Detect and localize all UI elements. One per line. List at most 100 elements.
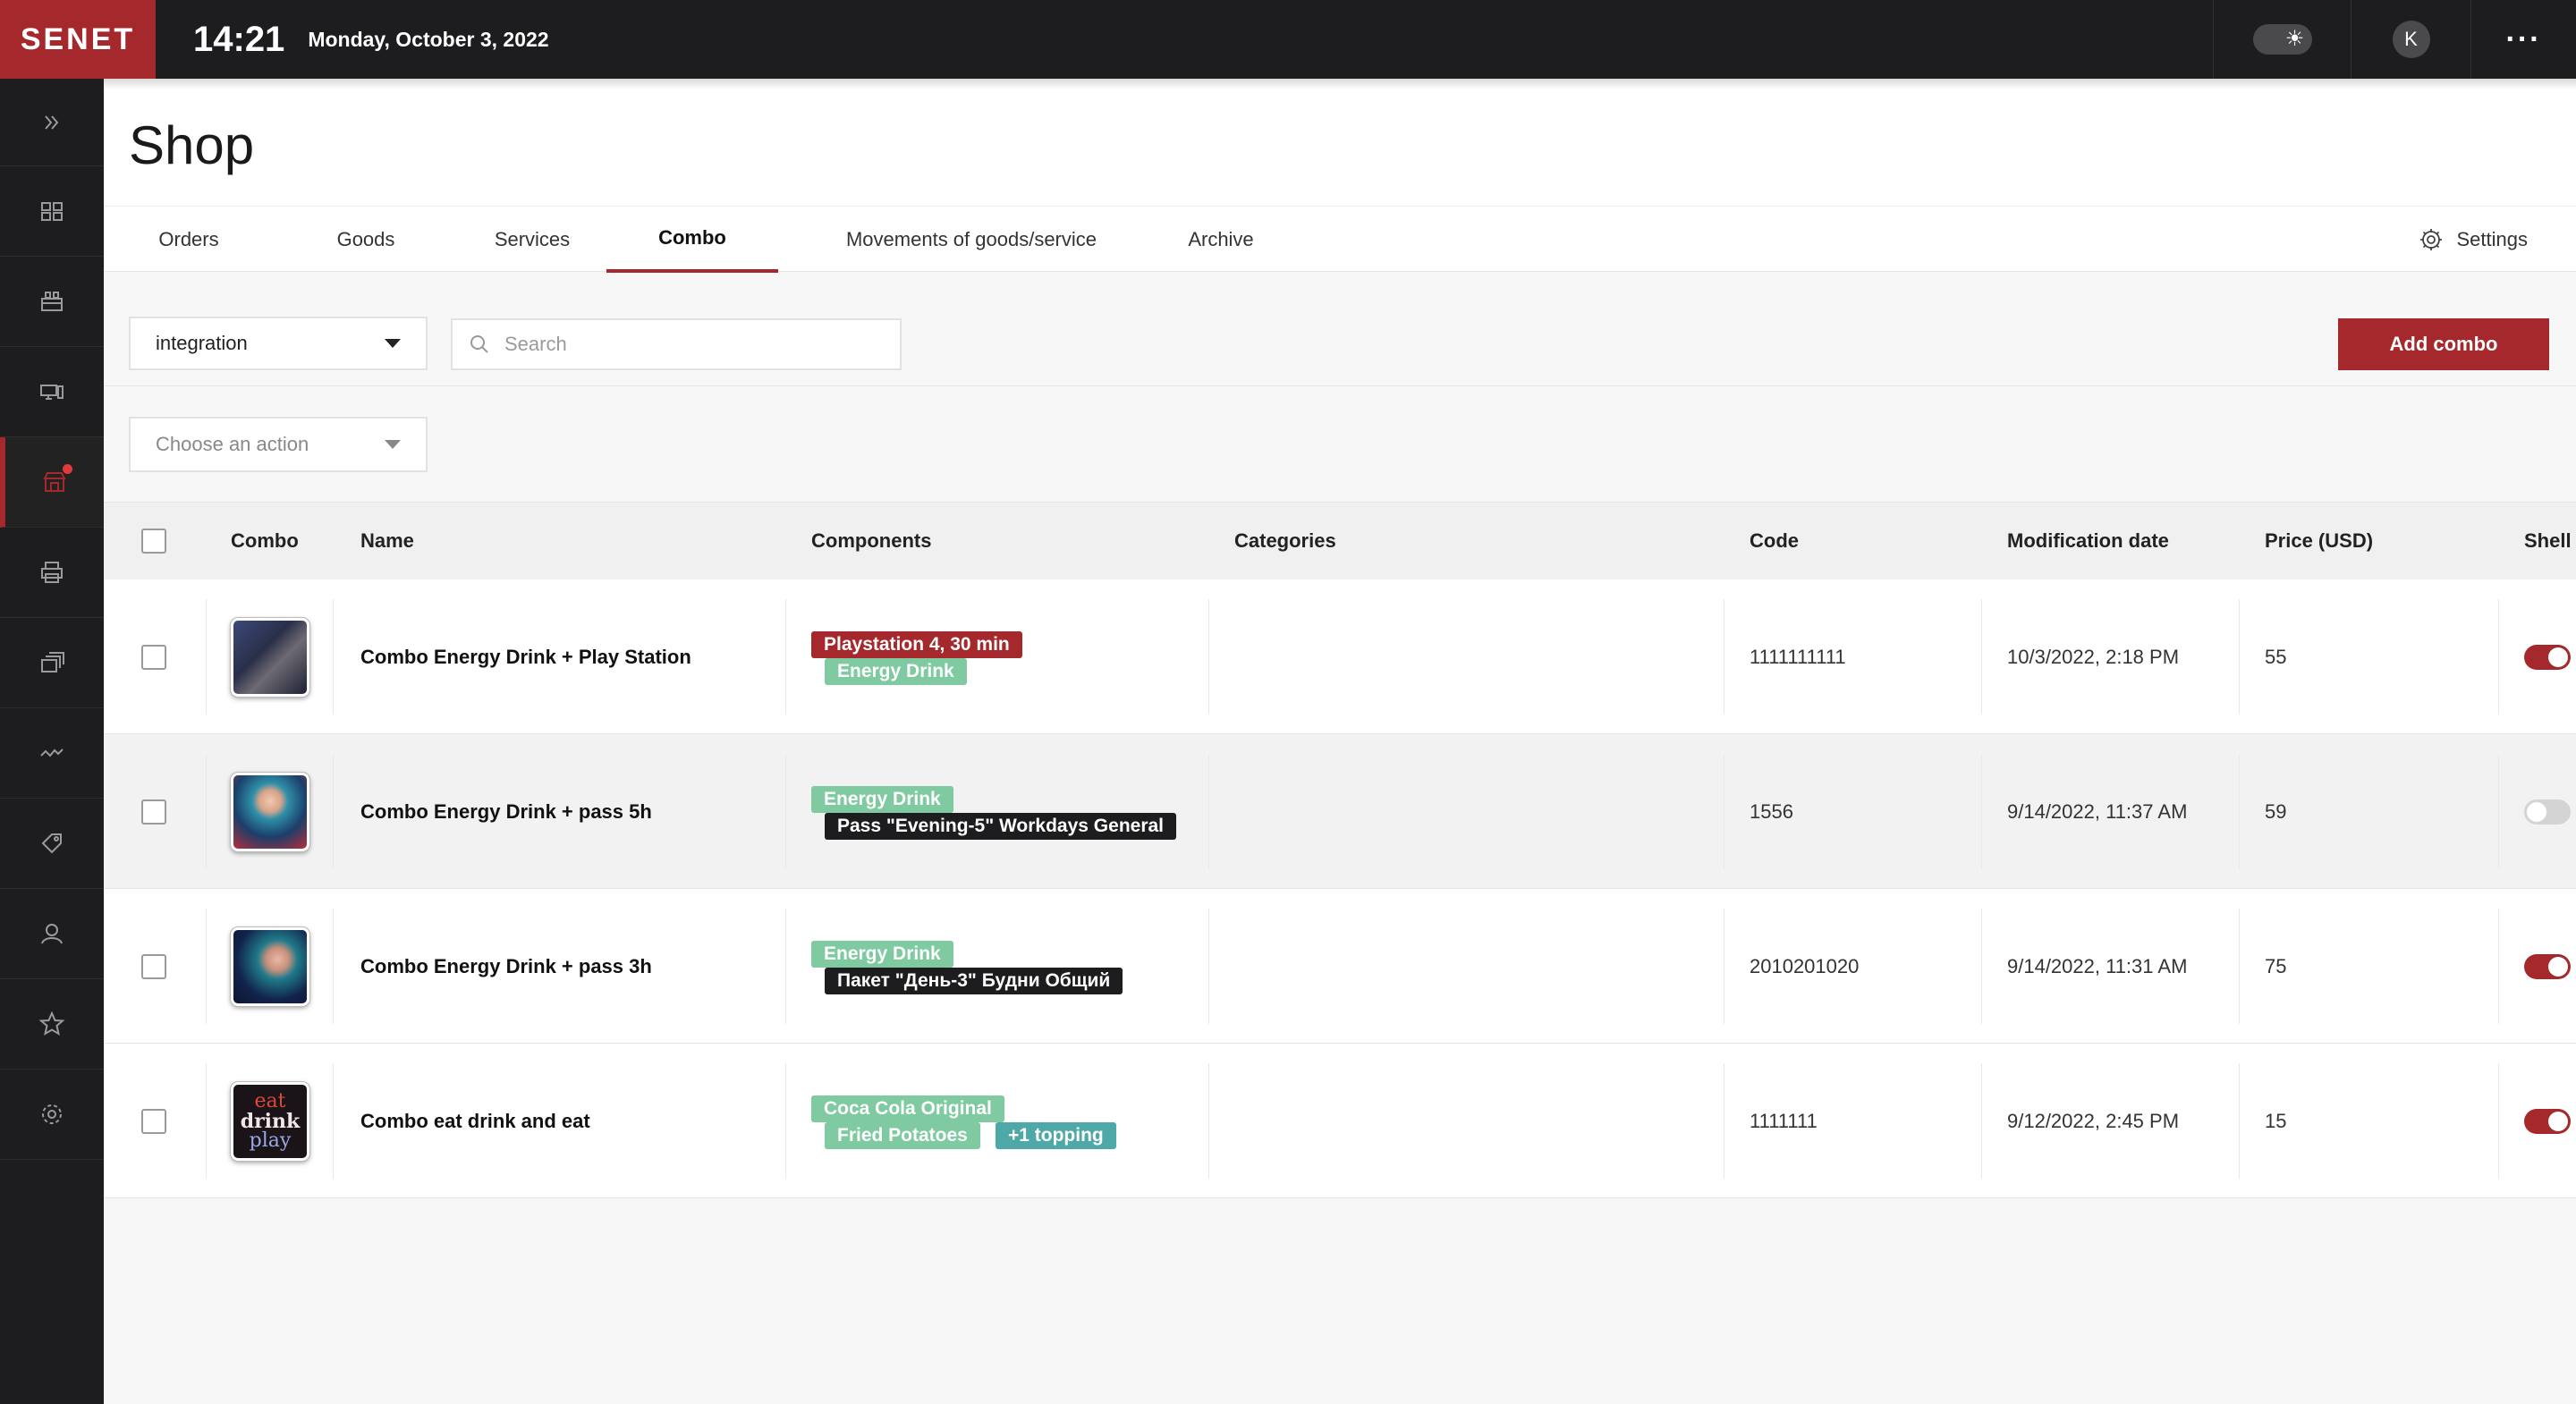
sidebar-item-promotions[interactable] bbox=[0, 799, 104, 889]
combo-name[interactable]: Combo Energy Drink + pass 3h bbox=[360, 889, 652, 1044]
gear-icon bbox=[42, 1104, 62, 1124]
booking-icon bbox=[41, 292, 63, 311]
table-row[interactable]: Combo Energy Drink + Play Station Playst… bbox=[104, 579, 2576, 734]
sidebar-item-printer[interactable] bbox=[0, 528, 104, 618]
thumb-text: eat bbox=[254, 1089, 286, 1112]
sidebar-item-booking[interactable] bbox=[0, 257, 104, 347]
dashboard-icon bbox=[41, 202, 63, 221]
user-avatar[interactable]: K bbox=[2392, 21, 2430, 58]
row-checkbox[interactable] bbox=[141, 953, 166, 979]
price-cell: 15 bbox=[2265, 1109, 2287, 1132]
search-box bbox=[451, 318, 902, 370]
tab-orders[interactable]: Orders bbox=[129, 207, 249, 273]
tab-goods[interactable]: Goods bbox=[306, 207, 426, 273]
printer-icon bbox=[41, 562, 63, 583]
component-tag: Energy Drink bbox=[825, 658, 967, 685]
search-input[interactable] bbox=[504, 333, 880, 356]
top-bar: SENET 14:21 Monday, October 3, 2022 ☀ K … bbox=[0, 0, 2576, 79]
main-content: Shop Orders Goods Services Combo Movemen… bbox=[104, 79, 2576, 1404]
combo-name[interactable]: Combo Energy Drink + pass 5h bbox=[360, 734, 652, 889]
theme-toggle[interactable]: ☀ bbox=[2252, 24, 2312, 55]
sidebar-item-shop[interactable] bbox=[0, 437, 104, 528]
table-row[interactable]: eat drink play Combo eat drink and eat C… bbox=[104, 1044, 2576, 1198]
sidebar-item-users[interactable] bbox=[0, 889, 104, 979]
sidebar-item-computers[interactable] bbox=[0, 347, 104, 437]
toolbar: integration Add combo bbox=[104, 272, 2576, 386]
header-shell[interactable]: Shell bbox=[2524, 503, 2572, 579]
shell-toggle[interactable] bbox=[2524, 953, 2571, 979]
header-modification-date[interactable]: Modification date bbox=[2007, 503, 2169, 579]
tab-archive[interactable]: Archive bbox=[1159, 207, 1283, 273]
price-cell: 55 bbox=[2265, 645, 2287, 668]
tab-combo[interactable]: Combo bbox=[606, 207, 778, 273]
header-name[interactable]: Name bbox=[360, 503, 414, 579]
sidebar-item-dashboard[interactable] bbox=[0, 166, 104, 257]
header-code[interactable]: Code bbox=[1750, 503, 1799, 579]
row-checkbox-cell bbox=[141, 734, 166, 889]
shell-toggle[interactable] bbox=[2524, 1108, 2571, 1134]
double-chevron-right-icon bbox=[45, 114, 59, 130]
location-select-value: integration bbox=[156, 332, 248, 354]
analytics-icon bbox=[40, 749, 64, 757]
combo-name[interactable]: Combo eat drink and eat bbox=[360, 1044, 590, 1198]
tab-services[interactable]: Services bbox=[458, 207, 606, 273]
tab-bar: Orders Goods Services Combo Movements of… bbox=[104, 206, 2576, 273]
more-menu-icon[interactable]: ··· bbox=[2506, 22, 2542, 57]
row-checkbox-cell bbox=[141, 889, 166, 1044]
component-tag: Coca Cola Original bbox=[811, 1095, 1004, 1122]
tab-movements[interactable]: Movements of goods/service bbox=[810, 207, 1132, 273]
bulk-action-placeholder: Choose an action bbox=[156, 433, 309, 455]
sidebar-item-sessions[interactable] bbox=[0, 618, 104, 708]
code-cell: 1111111111 bbox=[1750, 645, 1846, 668]
combo-image bbox=[230, 616, 310, 698]
row-checkbox[interactable] bbox=[141, 644, 166, 670]
combo-name[interactable]: Combo Energy Drink + Play Station bbox=[360, 579, 691, 734]
add-combo-button[interactable]: Add combo bbox=[2338, 318, 2549, 370]
senet-logo[interactable]: SENET bbox=[0, 0, 156, 79]
action-bar: Choose an action bbox=[104, 386, 2576, 503]
search-icon bbox=[470, 335, 488, 353]
title-area: Shop bbox=[104, 79, 2576, 206]
row-checkbox-cell bbox=[141, 579, 166, 734]
select-all-checkbox[interactable] bbox=[141, 529, 166, 554]
more-cell: ··· bbox=[2470, 0, 2576, 79]
sidebar-expand-button[interactable] bbox=[0, 79, 104, 166]
sidebar-item-favorites[interactable] bbox=[0, 979, 104, 1070]
sidebar bbox=[0, 79, 104, 1404]
bulk-action-select[interactable]: Choose an action bbox=[129, 417, 428, 472]
gear-icon bbox=[2419, 229, 2442, 250]
combo-image bbox=[230, 771, 310, 852]
thumb-text: play bbox=[249, 1129, 292, 1152]
page-title: Shop bbox=[129, 115, 255, 175]
combo-thumb-cell bbox=[230, 579, 310, 734]
header-components[interactable]: Components bbox=[811, 503, 931, 579]
table-row[interactable]: Combo Energy Drink + pass 3h Energy Drin… bbox=[104, 889, 2576, 1044]
shell-toggle[interactable] bbox=[2524, 799, 2571, 825]
combo-thumb-cell bbox=[230, 889, 310, 1044]
modification-date-cell: 9/12/2022, 2:45 PM bbox=[2007, 1109, 2180, 1132]
code-cell: 2010201020 bbox=[1750, 954, 1860, 977]
header-combo[interactable]: Combo bbox=[231, 503, 299, 579]
shell-toggle[interactable] bbox=[2524, 644, 2571, 670]
table-row[interactable]: Combo Energy Drink + pass 5h Energy Drin… bbox=[104, 734, 2576, 889]
avatar-cell: K bbox=[2351, 0, 2470, 79]
row-checkbox[interactable] bbox=[141, 1108, 166, 1134]
row-checkbox[interactable] bbox=[141, 799, 166, 825]
sidebar-item-analytics[interactable] bbox=[0, 708, 104, 799]
settings-link[interactable]: Settings bbox=[2418, 207, 2528, 273]
shell-cell bbox=[2524, 579, 2571, 734]
shell-cell bbox=[2524, 889, 2571, 1044]
chevron-down-icon bbox=[385, 440, 401, 449]
combo-thumb-cell: eat drink play bbox=[230, 1044, 310, 1198]
code-cell: 1111111 bbox=[1750, 1109, 1818, 1132]
component-tag: Energy Drink bbox=[811, 941, 953, 968]
combo-thumb-cell bbox=[230, 734, 310, 889]
sidebar-item-settings[interactable] bbox=[0, 1070, 104, 1160]
components-cell: Coca Cola Original Fried Potatoes +1 top… bbox=[811, 1044, 1223, 1198]
header-categories[interactable]: Categories bbox=[1234, 503, 1336, 579]
location-select[interactable]: integration bbox=[129, 317, 428, 370]
header-price[interactable]: Price (USD) bbox=[2265, 503, 2373, 579]
computers-icon bbox=[40, 385, 64, 400]
component-tag: Pass "Evening-5" Workdays General bbox=[825, 813, 1177, 840]
price-cell: 75 bbox=[2265, 954, 2287, 977]
